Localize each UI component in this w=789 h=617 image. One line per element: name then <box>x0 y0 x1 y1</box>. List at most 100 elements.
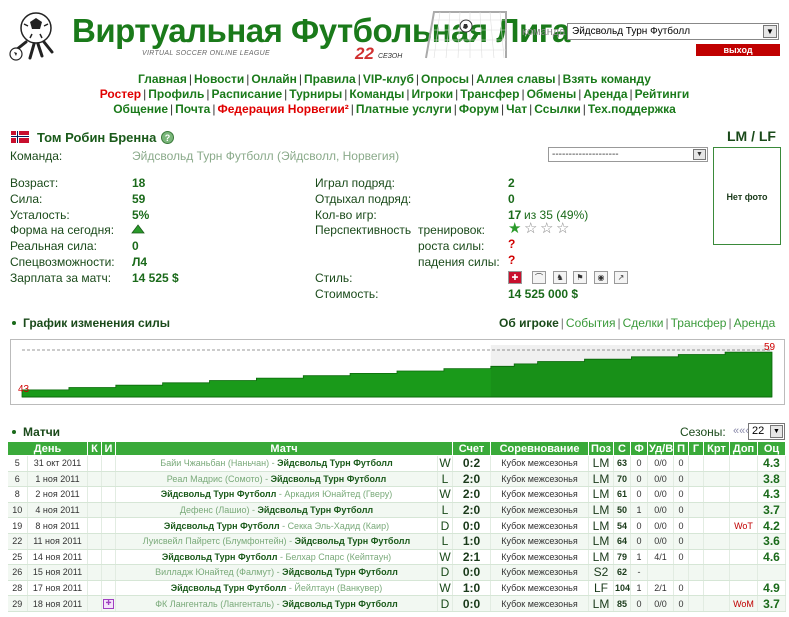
away-team-link[interactable]: Йейлтаун (Ванкувер) <box>294 583 382 593</box>
away-team-link[interactable]: Секка Эль-Хадид (Каир) <box>288 521 390 531</box>
home-team-link[interactable]: Реал Мадрис (Сомото) <box>167 474 263 484</box>
home-team-link[interactable]: Эйдсвольд Турн Футболл <box>161 489 277 499</box>
player-select[interactable]: -------------------- ▼ <box>548 147 708 162</box>
table-row[interactable]: 19 8 ноя 2011 Эйдсвольд Турн Футболл - Сек… <box>7 517 787 534</box>
match-score[interactable]: 0:2 <box>452 455 492 472</box>
tab-events[interactable]: События <box>566 316 616 330</box>
table-row[interactable]: 61 ноя 2011 Реал Мадрис (Сомото) - Эйдсво… <box>7 471 787 488</box>
nav-tournaments[interactable]: Турниры <box>289 87 342 101</box>
match-teams[interactable]: Эйдсвольд Турн Футболл - Йейлтаун (Ванку… <box>115 580 438 597</box>
match-i[interactable]: ✚ <box>101 595 116 612</box>
nav-roster[interactable]: Ростер <box>100 87 141 101</box>
nav-support[interactable]: Тех.поддержка <box>588 102 676 116</box>
nav-schedule[interactable]: Расписание <box>212 87 283 101</box>
nav-vip[interactable]: VIP-клуб <box>363 72 414 86</box>
nav-home[interactable]: Главная <box>138 72 187 86</box>
help-icon[interactable]: ? <box>161 131 174 144</box>
match-score[interactable]: 1:0 <box>452 533 492 550</box>
nav-forum[interactable]: Форум <box>459 102 499 116</box>
away-team-link[interactable]: Эйдсвольд Турн Футболл <box>271 474 387 484</box>
table-row[interactable]: 5 31 окт 2011 Байи Чжаньбан (Наньчан) - Эй… <box>7 455 787 472</box>
table-row[interactable]: 10 4 ноя 2011 Дефенс (Лашио) - Эйдсвольд Т… <box>7 502 787 519</box>
nav-exchanges[interactable]: Обмены <box>527 87 577 101</box>
chevron-down-icon[interactable]: ▼ <box>763 25 777 38</box>
nav-polls[interactable]: Опросы <box>421 72 469 86</box>
match-score[interactable]: 2:0 <box>452 486 492 503</box>
match-teams[interactable]: Реал Мадрис (Сомото) - Эйдсвольд Турн Фу… <box>115 471 438 488</box>
tab-deals[interactable]: Сделки <box>623 316 664 330</box>
nav-players[interactable]: Игроки <box>411 87 453 101</box>
match-date[interactable]: 1 ноя 2011 <box>27 471 88 488</box>
nav-chat[interactable]: Чат <box>506 102 527 116</box>
logout-button[interactable]: выход <box>696 44 780 56</box>
tab-about-player[interactable]: Об игроке <box>499 316 559 330</box>
match-score[interactable]: 2:0 <box>452 471 492 488</box>
chevron-down-icon[interactable]: ▼ <box>770 425 783 438</box>
away-team-link[interactable]: Эйдсвольд Турн Футболл <box>282 599 398 609</box>
match-date[interactable]: 31 окт 2011 <box>27 455 88 472</box>
away-team-link[interactable]: Эйдсвольд Турн Футболл <box>282 567 398 577</box>
match-score[interactable]: 1:0 <box>452 580 492 597</box>
table-row[interactable]: 26 15 ноя 2011 Вилладж Юнайтед (Фалмут) - … <box>7 564 787 581</box>
match-score[interactable]: 2:0 <box>452 502 492 519</box>
match-teams[interactable]: Эйдсвольд Турн Футболл - Аркадия Юнайтед… <box>115 486 438 503</box>
match-date[interactable]: 4 ноя 2011 <box>27 502 88 519</box>
table-row[interactable]: 22 11 ноя 2011 Луисвейл Пайретс (Блумфонте… <box>7 533 787 550</box>
table-row[interactable]: 28 17 ноя 2011 Эйдсвольд Турн Футболл - Йе… <box>7 580 787 597</box>
match-teams[interactable]: Байи Чжаньбан (Наньчан) - Эйдсвольд Турн… <box>115 455 438 472</box>
home-team-link[interactable]: Эйдсвольд Турн Футболл <box>162 552 278 562</box>
match-score[interactable]: 0:0 <box>452 564 492 581</box>
match-date[interactable]: 14 ноя 2011 <box>27 549 88 566</box>
match-teams[interactable]: Эйдсвольд Турн Футболл - Секка Эль-Хадид… <box>115 517 438 534</box>
nav-news[interactable]: Новости <box>194 72 244 86</box>
home-team-link[interactable]: Дефенс (Лашио) <box>180 505 250 515</box>
chevron-down-icon[interactable]: ▼ <box>693 149 706 160</box>
away-team-link[interactable]: Эйдсвольд Турн Футболл <box>295 536 411 546</box>
match-date[interactable]: 18 ноя 2011 <box>27 595 88 612</box>
player-team-link[interactable]: Эйдсвольд Турн Футболл (Эйдсволл, Норвег… <box>132 149 399 163</box>
nav-loan[interactable]: Аренда <box>583 87 627 101</box>
match-teams[interactable]: Луисвейл Пайретс (Блумфонтейн) - Эйдсвол… <box>115 533 438 550</box>
home-team-link[interactable]: Эйдсвольд Турн Футболл <box>171 583 287 593</box>
nav-take-team[interactable]: Взять команду <box>563 72 651 86</box>
home-team-link[interactable]: Эйдсвольд Турн Футболл <box>164 521 280 531</box>
injury-icon[interactable]: ✚ <box>103 598 114 609</box>
nav-paid-services[interactable]: Платные услуги <box>356 102 452 116</box>
nav-rules[interactable]: Правила <box>304 72 356 86</box>
nav-ratings[interactable]: Рейтинги <box>635 87 690 101</box>
table-row[interactable]: 82 ноя 2011 Эйдсвольд Турн Футболл - Арка… <box>7 486 787 503</box>
team-select[interactable]: Эйдсвольд Турн Футболл ▼ <box>567 23 779 40</box>
season-select[interactable]: 22 ▼ <box>748 423 785 440</box>
match-date[interactable]: 11 ноя 2011 <box>27 533 88 550</box>
nav-transfer[interactable]: Трансфер <box>460 87 519 101</box>
match-date[interactable]: 15 ноя 2011 <box>27 564 88 581</box>
home-team-link[interactable]: ФК Лангенталь (Лангенталь) <box>155 599 274 609</box>
match-date[interactable]: 17 ноя 2011 <box>27 580 88 597</box>
col-day[interactable]: День <box>7 441 88 456</box>
match-score[interactable]: 0:0 <box>452 595 492 612</box>
match-teams[interactable]: Эйдсвольд Турн Футболл - Белхар Спарс (К… <box>115 549 438 566</box>
match-teams[interactable]: Дефенс (Лашио) - Эйдсвольд Турн Футболл <box>115 502 438 519</box>
nav-teams[interactable]: Команды <box>349 87 404 101</box>
away-team-link[interactable]: Эйдсвольд Турн Футболл <box>258 505 374 515</box>
nav-mail[interactable]: Почта <box>175 102 210 116</box>
nav-community[interactable]: Общение <box>113 102 168 116</box>
match-teams[interactable]: Вилладж Юнайтед (Фалмут) - Эйдсвольд Тур… <box>115 564 438 581</box>
away-team-link[interactable]: Эйдсвольд Турн Футболл <box>277 458 393 468</box>
match-score[interactable]: 0:0 <box>452 517 492 534</box>
match-score[interactable]: 2:1 <box>452 549 492 566</box>
table-row[interactable]: 29 18 ноя 2011 ✚ ФК Лангенталь (Лангенталь)… <box>7 595 787 612</box>
match-teams[interactable]: ФК Лангенталь (Лангенталь) - Эйдсвольд Т… <box>115 595 438 612</box>
nav-links[interactable]: Ссылки <box>534 102 580 116</box>
home-team-link[interactable]: Байи Чжаньбан (Наньчан) <box>160 458 269 468</box>
tab-transfer[interactable]: Трансфер <box>671 316 727 330</box>
away-team-link[interactable]: Аркадия Юнайтед (Гверу) <box>284 489 392 499</box>
nav-hall-of-fame[interactable]: Аллея славы <box>476 72 555 86</box>
nav-federation[interactable]: Федерация Норвегии² <box>217 102 348 116</box>
home-team-link[interactable]: Луисвейл Пайретс (Блумфонтейн) <box>143 536 287 546</box>
nav-online[interactable]: Онлайн <box>251 72 297 86</box>
table-row[interactable]: 25 14 ноя 2011 Эйдсвольд Турн Футболл - Бе… <box>7 549 787 566</box>
nav-profile[interactable]: Профиль <box>148 87 204 101</box>
match-date[interactable]: 2 ноя 2011 <box>27 486 88 503</box>
home-team-link[interactable]: Вилладж Юнайтед (Фалмут) <box>155 567 274 577</box>
